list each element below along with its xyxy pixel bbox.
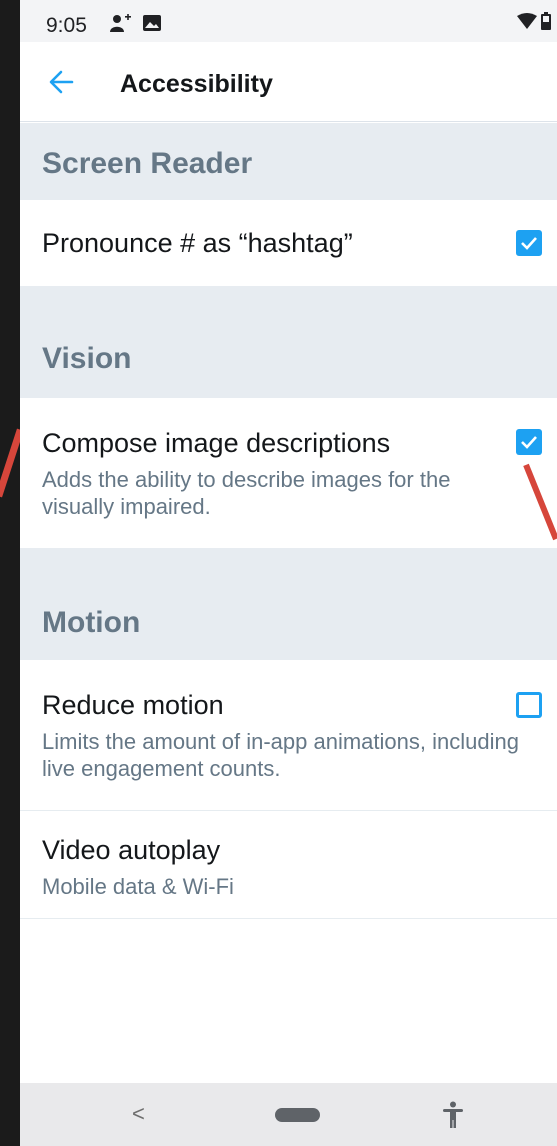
section-title: Screen Reader bbox=[42, 147, 253, 180]
setting-value: Mobile data & Wi-Fi bbox=[42, 874, 234, 899]
compose-image-descriptions-checkbox[interactable] bbox=[516, 429, 542, 455]
status-time: 9:05 bbox=[46, 14, 87, 37]
setting-title: Pronounce # as “hashtag” bbox=[42, 228, 353, 258]
accessibility-icon[interactable] bbox=[442, 1101, 464, 1129]
setting-title: Compose image descriptions bbox=[42, 428, 391, 458]
app-bar: Accessibility bbox=[20, 42, 557, 122]
reduce-motion-checkbox[interactable] bbox=[516, 692, 542, 718]
battery-icon bbox=[541, 12, 551, 30]
section-title: Motion bbox=[42, 606, 141, 639]
section-title: Vision bbox=[42, 342, 132, 375]
checkmark-icon bbox=[521, 436, 537, 449]
system-nav-bar: < bbox=[20, 1083, 557, 1146]
section-header-vision: Vision bbox=[20, 286, 557, 398]
section-header-screen-reader: Screen Reader bbox=[20, 123, 557, 200]
section-header-motion: Motion bbox=[20, 548, 557, 660]
setting-title: Video autoplay bbox=[42, 835, 221, 865]
setting-title: Reduce motion bbox=[42, 690, 224, 720]
image-icon bbox=[143, 15, 161, 31]
setting-description: Limits the amount of in-app animations, … bbox=[42, 729, 519, 781]
back-arrow-icon[interactable] bbox=[48, 68, 74, 96]
setting-row-compose-image-descriptions[interactable]: Compose image descriptions Adds the abil… bbox=[20, 398, 557, 548]
setting-row-video-autoplay[interactable]: Video autoplay Mobile data & Wi-Fi bbox=[20, 811, 557, 918]
setting-row-reduce-motion[interactable]: Reduce motion Limits the amount of in-ap… bbox=[20, 660, 557, 810]
phone-screen: 9:05 Accessibility Screen Reader Pronoun… bbox=[20, 0, 557, 1146]
setting-description: Adds the ability to describe images for … bbox=[42, 467, 451, 519]
account-plus-icon bbox=[110, 14, 131, 32]
nav-home-button[interactable] bbox=[275, 1108, 320, 1122]
nav-back-button[interactable]: < bbox=[132, 1101, 145, 1127]
page-title: Accessibility bbox=[120, 70, 273, 98]
checkmark-icon bbox=[521, 237, 537, 250]
divider bbox=[20, 918, 557, 919]
setting-row-pronounce-hashtag[interactable]: Pronounce # as “hashtag” bbox=[20, 200, 557, 286]
status-bar: 9:05 bbox=[20, 0, 557, 42]
wifi-icon bbox=[517, 13, 537, 29]
pronounce-hashtag-checkbox[interactable] bbox=[516, 230, 542, 256]
